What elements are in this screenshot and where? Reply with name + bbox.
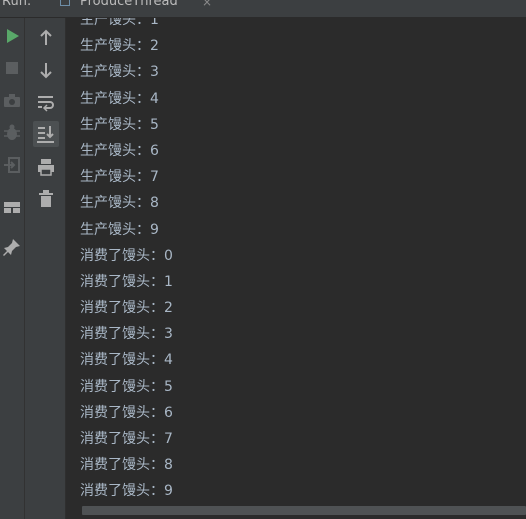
console-line: 生产馒头：2	[80, 38, 159, 55]
bug-icon[interactable]	[1, 122, 23, 144]
pin-icon[interactable]	[1, 236, 23, 258]
soft-wrap-icon[interactable]	[35, 91, 57, 113]
console-line: 消费了馒头：7	[80, 431, 173, 447]
arrow-down-icon[interactable]	[35, 59, 57, 81]
run-label: Run:	[2, 0, 32, 9]
trash-icon[interactable]	[35, 188, 57, 210]
console-lines: 生产馒头：1 生产馒头：2 生产馒头：3 生产馒头：4 生产馒头：5 生产馒头：6 生产馒头…	[80, 18, 173, 503]
run-toolbar	[0, 18, 25, 519]
console-line: 生产馒头：9	[80, 221, 159, 238]
console-line: 消费了馒头：5	[80, 378, 173, 395]
layout-icon[interactable]	[1, 196, 23, 218]
console-line: 生产馒头：4	[80, 90, 159, 107]
console-line: 消费了馒头：3	[80, 326, 173, 343]
arrow-up-icon[interactable]	[35, 27, 57, 49]
scroll-to-end-icon[interactable]	[33, 121, 59, 147]
scrollbar-thumb[interactable]	[82, 506, 526, 515]
tab-title: ProduceThread	[80, 0, 178, 9]
console-line: 消费了馒头：8	[80, 457, 173, 474]
console-line: 消费了馒头：0	[80, 247, 173, 264]
run-tool-window-header: Run: ProduceThread ×	[0, 0, 526, 18]
console-line: 生产馒头：8	[80, 195, 159, 212]
console-line: 消费了馒头：2	[80, 300, 173, 317]
print-icon[interactable]	[35, 156, 57, 178]
console-line: 生产馒头：5	[80, 116, 159, 133]
console-toolbar	[25, 18, 66, 519]
exit-icon[interactable]	[1, 154, 23, 176]
run-config-icon	[60, 0, 70, 6]
horizontal-scrollbar[interactable]	[66, 503, 526, 519]
console-line: 生产馒头：1	[80, 18, 159, 28]
close-icon[interactable]: ×	[202, 0, 212, 9]
console-line: 消费了馒头：6	[80, 404, 173, 421]
stop-icon[interactable]	[1, 57, 23, 79]
console-line: 消费了馒头：1	[80, 273, 173, 290]
console-line: 生产馒头：6	[80, 142, 159, 159]
camera-icon[interactable]	[1, 90, 23, 112]
console-line: 生产馒头：7	[80, 169, 159, 186]
console-output[interactable]: 生产馒头：1 生产馒头：2 生产馒头：3 生产馒头：4 生产馒头：5 生产馒头：6 生产馒头…	[66, 18, 526, 503]
rerun-icon[interactable]	[1, 25, 23, 47]
console-line: 消费了馒头：9	[80, 483, 173, 500]
console-line: 消费了馒头：4	[80, 352, 173, 369]
console-line: 生产馒头：3	[80, 64, 159, 81]
tab-produce-thread[interactable]: ProduceThread ×	[54, 0, 224, 17]
